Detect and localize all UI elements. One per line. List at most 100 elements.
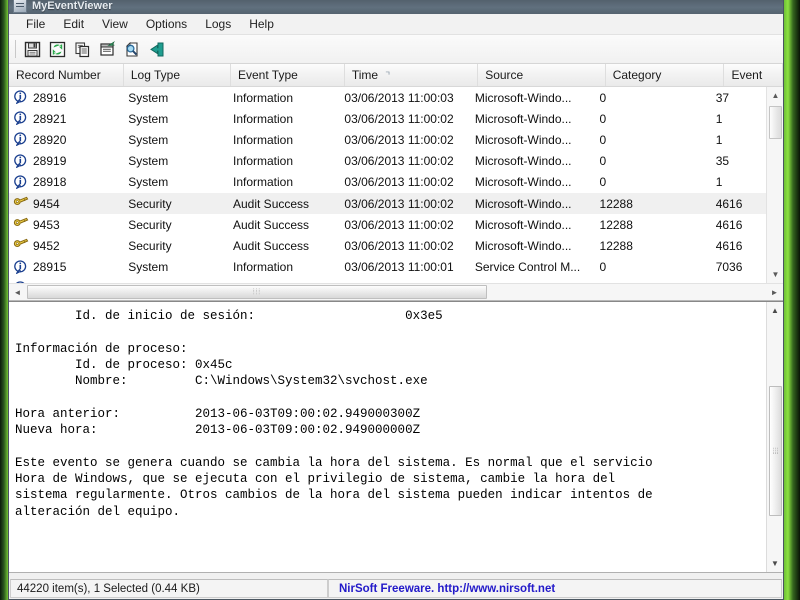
find-button[interactable]	[120, 38, 145, 61]
row-icon	[13, 259, 30, 275]
cell-category: 12288	[599, 196, 633, 211]
cell-time: 03/06/2013 11:00:02	[344, 154, 454, 169]
detail-vscroll-thumb[interactable]: ⦙⦙⦙	[769, 386, 782, 516]
menu-item-help[interactable]: Help	[240, 15, 283, 33]
table-row[interactable]: 28915 System Information 03/06/2013 11:00:0…	[9, 257, 766, 278]
cell-time: 03/06/2013 11:00:02	[344, 175, 454, 190]
row-icon	[13, 196, 30, 211]
cell-source: Microsoft-Windo...	[474, 154, 572, 169]
status-nirsoft-link[interactable]: NirSoft Freeware. http://www.nirsoft.net	[328, 579, 782, 598]
cell-source: Microsoft-Windo...	[474, 90, 572, 105]
properties-icon	[100, 40, 115, 56]
save-icon	[24, 41, 41, 57]
app-icon	[13, 0, 27, 13]
cell-log-type: Security	[128, 238, 172, 253]
cell-category: 0	[599, 260, 607, 275]
cell-record-text: 28919	[33, 154, 67, 169]
cell-event-type: Information	[233, 90, 294, 105]
table-row[interactable]: 28921 System Information 03/06/2013 11:00:0…	[9, 108, 766, 129]
list-rows[interactable]: 28916 System Information 03/06/2013 11:00:0…	[9, 87, 766, 283]
scroll-down-icon[interactable]: ▼	[767, 266, 783, 283]
cell-event: 35	[715, 154, 730, 169]
event-detail-text[interactable]: Id. de inicio de sesión: 0x3e5 Informaci…	[9, 302, 766, 572]
copy-icon	[75, 41, 90, 57]
column-header-label: Log Type	[130, 68, 181, 82]
list-header-row: Record Number Log Type Event Type Time ⌝ Sour…	[9, 64, 783, 87]
column-header-event-type[interactable]: Event Type	[231, 64, 345, 86]
information-icon	[14, 175, 27, 189]
cell-log-type: System	[128, 154, 169, 169]
cell-time: 03/06/2013 11:00:02	[344, 132, 454, 147]
row-icon	[13, 175, 30, 190]
table-row[interactable]: 28919 System Information 03/06/2013 11:00:0…	[9, 151, 766, 172]
cell-record-text: 28916	[33, 90, 67, 105]
save-button[interactable]	[20, 38, 45, 61]
menu-item-options[interactable]: Options	[137, 15, 196, 33]
cell-category: 0	[599, 175, 607, 190]
cell-event-type: Information	[233, 175, 294, 190]
cell-record: 28919	[9, 154, 121, 169]
cell-event: 7036	[715, 260, 743, 275]
event-list[interactable]: Record Number Log Type Event Type Time ⌝ Sour…	[9, 64, 783, 301]
audit-success-key-icon	[13, 196, 29, 206]
table-row[interactable]: 9454 Security Audit Success 03/06/2013 11:0…	[9, 192, 766, 215]
cell-time: 03/06/2013 11:00:02	[344, 111, 454, 126]
copy-button[interactable]	[70, 38, 95, 61]
row-icon	[13, 132, 30, 147]
row-icon	[13, 90, 30, 105]
column-header-label: Event Type	[237, 68, 298, 82]
scroll-up-icon[interactable]: ▲	[767, 87, 783, 104]
list-vscroll-thumb[interactable]	[769, 106, 782, 139]
nirsoft-link-text[interactable]: NirSoft Freeware. http://www.nirsoft.net	[339, 583, 555, 595]
cell-event-type: Information	[233, 260, 294, 275]
refresh-button[interactable]	[45, 38, 70, 61]
table-row[interactable]: 9453 Security Audit Success 03/06/2013 11:0…	[9, 214, 766, 235]
window-title: MyEventViewer	[32, 0, 113, 12]
table-row[interactable]: 28918 System Information 03/06/2013 11:00:0…	[9, 172, 766, 193]
cell-event: 1	[715, 132, 723, 147]
information-icon	[14, 154, 27, 168]
menu-item-logs[interactable]: Logs	[196, 15, 240, 33]
properties-button[interactable]	[95, 38, 120, 61]
column-header-log-type[interactable]: Log Type	[124, 64, 231, 86]
cell-record-text: 9453	[33, 217, 60, 232]
menu-item-edit[interactable]: Edit	[54, 15, 93, 33]
exit-button[interactable]	[145, 38, 170, 61]
column-header-event[interactable]: Event	[724, 64, 783, 86]
column-header-label: Time	[351, 68, 379, 82]
table-row[interactable]: 28916 System Information 03/06/2013 11:00:0…	[9, 87, 766, 108]
information-icon	[14, 90, 27, 105]
list-vertical-scrollbar[interactable]: ▲ ▼	[766, 87, 783, 283]
event-detail-pane: Id. de inicio de sesión: 0x3e5 Informaci…	[9, 301, 783, 573]
column-header-source[interactable]: Source	[478, 64, 606, 86]
status-bar: 44220 item(s), 1 Selected (0.44 KB) NirS…	[9, 578, 783, 599]
detail-vertical-scrollbar[interactable]: ▲ ⦙⦙⦙ ▼	[766, 302, 783, 572]
cell-record: 28921	[9, 111, 121, 126]
window-titlebar[interactable]: MyEventViewer	[9, 0, 783, 14]
detail-scroll-down-icon[interactable]: ▼	[767, 555, 783, 572]
table-row[interactable]: 9452 Security Audit Success 03/06/2013 11:0…	[9, 235, 766, 256]
column-header-record-number[interactable]: Record Number	[9, 64, 124, 86]
status-item-count: 44220 item(s), 1 Selected (0.44 KB)	[10, 579, 328, 598]
cell-log-type: System	[128, 260, 169, 275]
cell-record: 28918	[9, 175, 121, 190]
menu-item-view[interactable]: View	[93, 15, 137, 33]
menu-item-file[interactable]: File	[17, 15, 54, 33]
list-hscroll-thumb[interactable]: ⦙⦙⦙	[27, 285, 487, 299]
column-header-time[interactable]: Time ⌝	[345, 64, 479, 86]
cell-time: 03/06/2013 11:00:02	[344, 238, 454, 253]
scroll-right-icon[interactable]: ►	[766, 284, 783, 300]
cell-log-type: Security	[128, 196, 172, 211]
scroll-left-icon[interactable]: ◄	[9, 284, 26, 300]
cell-time: 03/06/2013 11:00:02	[344, 217, 454, 232]
cell-event: 1	[715, 111, 723, 126]
row-icon	[13, 154, 30, 169]
menu-bar: File Edit View Options Logs Help	[9, 14, 783, 35]
detail-scroll-up-icon[interactable]: ▲	[767, 302, 783, 319]
cell-event: 1	[715, 175, 723, 190]
cell-source: Microsoft-Windo...	[474, 111, 572, 126]
column-header-category[interactable]: Category	[606, 64, 725, 86]
exit-icon	[150, 42, 164, 56]
table-row[interactable]: 28920 System Information 03/06/2013 11:00:0…	[9, 129, 766, 150]
list-horizontal-scrollbar[interactable]: ◄ ⦙⦙⦙ ►	[9, 283, 783, 300]
